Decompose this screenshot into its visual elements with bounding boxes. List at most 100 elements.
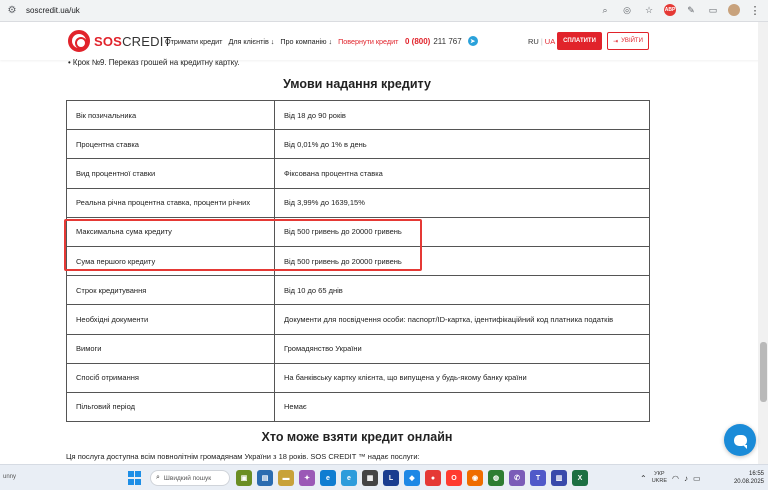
- page-scrollbar[interactable]: [758, 22, 768, 464]
- row-value: Від 500 гривень до 20000 гривень: [274, 216, 650, 247]
- taskbar-apps: ▣ ▤ ▬ ✦ e e ▦ L ◆ ● O ◉ ◍ ✆ T ▥ X: [236, 470, 588, 486]
- wifi-icon[interactable]: ◠: [672, 474, 679, 483]
- row-label: Вимоги: [66, 333, 275, 364]
- phone-digits: 211 767: [433, 36, 462, 46]
- system-tray: ⌃ УКР UKRE ◠ ♪ ▭: [640, 471, 701, 485]
- site-info-icon[interactable]: ⚙: [4, 3, 20, 19]
- excel-icon[interactable]: X: [572, 470, 588, 486]
- row-label: Процентна ставка: [66, 129, 275, 160]
- dropbox-icon[interactable]: ◆: [404, 470, 420, 486]
- lang-separator: |: [540, 37, 543, 46]
- site-header: SOSCREDIT Отримати кредит Для клієнтів ↓…: [0, 22, 768, 60]
- row-value: Від 0,01% до 1% в день: [274, 129, 650, 160]
- bookmark-star-icon[interactable]: ☆: [642, 3, 656, 17]
- search-placeholder: Швидкий пошук: [163, 474, 212, 482]
- scroll-thumb[interactable]: [760, 342, 767, 402]
- row-value: Від 18 до 90 років: [274, 99, 650, 131]
- nav-about[interactable]: Про компанію ↓: [280, 37, 332, 46]
- row-label: Реальна річна процентна ставка, проценти…: [66, 187, 275, 218]
- firefox-icon[interactable]: ◉: [467, 470, 483, 486]
- table-row: Вимоги Громадянство України: [66, 333, 650, 364]
- search-icon: ⌕: [156, 474, 160, 481]
- viber-icon[interactable]: ✆: [509, 470, 525, 486]
- nav-repay-credit[interactable]: Повернути кредит: [338, 37, 398, 46]
- zoom-icon[interactable]: ⌕: [598, 3, 612, 17]
- table-row: Реальна річна процентна ставка, проценти…: [66, 187, 650, 218]
- lang-ru[interactable]: RU: [528, 37, 539, 46]
- main-nav: Отримати кредит Для клієнтів ↓ Про компа…: [165, 37, 404, 46]
- lang-ua[interactable]: UA: [545, 37, 555, 46]
- clock-time: 16:55: [748, 471, 764, 477]
- table-row: Строк кредитування Від 10 до 65 днів: [66, 275, 650, 306]
- address-bar[interactable]: soscredit.ua/uk: [26, 6, 80, 15]
- chrome-icon[interactable]: ●: [425, 470, 441, 486]
- row-value: Немає: [274, 391, 650, 423]
- task-view-icon[interactable]: ▤: [257, 470, 273, 486]
- row-label: Необхідні документи: [66, 304, 275, 335]
- edge-icon[interactable]: e: [320, 470, 336, 486]
- credit-terms-table: Вік позичальника Від 18 до 90 років Проце…: [66, 99, 650, 423]
- login-button[interactable]: ⇥ УВІЙТИ: [607, 32, 649, 50]
- weather-widget-text[interactable]: unny: [3, 474, 16, 480]
- table-row: Спосіб отримання На банківську картку клі…: [66, 362, 650, 393]
- browser-actions: ⌕ ◎ ☆ ABP ✎ ▭ ⋮: [598, 3, 762, 17]
- l-app-icon[interactable]: L: [383, 470, 399, 486]
- nav-get-credit[interactable]: Отримати кредит: [165, 37, 222, 46]
- login-icon: ⇥: [613, 38, 619, 45]
- windows-taskbar: unny ⌕ Швидкий пошук ▣ ▤ ▬ ✦ e e ▦ L ◆ ●…: [0, 464, 768, 490]
- nav-for-clients[interactable]: Для клієнтів ↓: [228, 37, 274, 46]
- green-app-icon[interactable]: ◍: [488, 470, 504, 486]
- row-label: Спосіб отримання: [66, 362, 275, 393]
- lang-line-2: UKRE: [651, 478, 667, 484]
- row-value: Документи для посвідчення особи: паспорт…: [274, 304, 650, 335]
- eligibility-text: Ця послуга доступна всім повнолітнім гро…: [66, 452, 420, 461]
- login-label: УВІЙТИ: [621, 38, 643, 44]
- table-row: Необхідні документи Документи для посвідч…: [66, 304, 650, 335]
- keyboard-language[interactable]: УКР UKRE: [652, 471, 667, 485]
- row-value: Від 3,99% до 1639,15%: [274, 187, 650, 218]
- browser-toolbar: ⚙ soscredit.ua/uk ⌕ ◎ ☆ ABP ✎ ▭ ⋮: [0, 0, 768, 22]
- section-title-terms: Умови надання кредиту: [283, 77, 431, 91]
- taskbar-search[interactable]: ⌕ Швидкий пошук: [150, 470, 230, 486]
- menu-kebab-icon[interactable]: ⋮: [748, 3, 762, 17]
- phone-number[interactable]: 0 (800) 211 767 ➤: [405, 36, 478, 46]
- pay-button[interactable]: СПЛАТИТИ: [557, 32, 602, 50]
- sidebar-icon[interactable]: ▭: [706, 3, 720, 17]
- language-switcher: RU | UA: [528, 37, 555, 46]
- row-label: Вік позичальника: [66, 99, 275, 131]
- store-icon[interactable]: ▦: [362, 470, 378, 486]
- opera-icon[interactable]: O: [446, 470, 462, 486]
- tray-chevron-icon[interactable]: ⌃: [640, 474, 647, 483]
- file-explorer-icon[interactable]: ▬: [278, 470, 294, 486]
- row-label: Пільговий період: [66, 391, 275, 423]
- row-label: Строк кредитування: [66, 275, 275, 306]
- clock-date: 20.08.2025: [733, 479, 764, 485]
- eye-off-icon[interactable]: ◎: [620, 3, 634, 17]
- telegram-icon[interactable]: ➤: [467, 36, 478, 46]
- widget-app-icon[interactable]: ▣: [236, 470, 252, 486]
- copilot-icon[interactable]: ✦: [299, 470, 315, 486]
- extensions-icon[interactable]: ✎: [684, 3, 698, 17]
- chat-button[interactable]: [724, 424, 756, 456]
- profile-avatar[interactable]: [728, 4, 740, 16]
- windows-start-icon[interactable]: [128, 471, 142, 485]
- lang-line-1: УКР: [654, 471, 665, 477]
- row-value: Від 10 до 65 днів: [274, 275, 650, 306]
- chat-bubble-icon: [733, 434, 747, 449]
- step-9-text: • Крок №9. Переказ грошей на кредитну ка…: [68, 58, 240, 67]
- row-value: Громадянство України: [274, 333, 650, 364]
- volume-icon[interactable]: ♪: [684, 474, 688, 483]
- phone-prefix: 0 (800): [405, 36, 431, 46]
- table-row: Сума першого кредиту Від 500 гривень до 2…: [66, 245, 650, 277]
- adblock-icon[interactable]: ABP: [664, 4, 676, 16]
- table-row: Вид процентної ставки Фіксована процентна…: [66, 158, 650, 189]
- table-row: Пільговий період Немає: [66, 391, 650, 423]
- site-logo[interactable]: SOSCREDIT: [68, 30, 172, 52]
- teams-icon[interactable]: T: [530, 470, 546, 486]
- logo-sos-text: SOS: [94, 33, 123, 49]
- battery-icon[interactable]: ▭: [693, 474, 701, 483]
- taskbar-clock[interactable]: 16:55 20.08.2025: [728, 470, 764, 486]
- row-label: Вид процентної ставки: [66, 158, 275, 189]
- edge-beta-icon[interactable]: e: [341, 470, 357, 486]
- app-icon[interactable]: ▥: [551, 470, 567, 486]
